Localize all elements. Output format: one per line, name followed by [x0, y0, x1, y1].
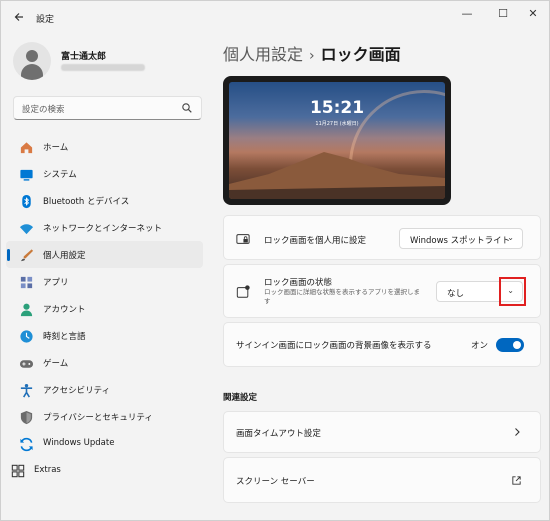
avatar[interactable] [13, 42, 51, 80]
app-title: 設定 [36, 15, 55, 25]
preview-date: 11月27日 (水曜日) [315, 121, 359, 127]
sidebar-item-apps[interactable]: アプリ [6, 268, 203, 295]
chevron-down-icon: ⌄ [507, 233, 514, 242]
status-label: ロック画面の状態 [264, 278, 333, 288]
sidebar-item-label: Bluetooth とデバイス [43, 197, 130, 207]
bluetooth-icon [18, 193, 34, 209]
preview-time: 15:21 [309, 98, 365, 118]
sidebar-item-system[interactable]: システム [6, 160, 203, 187]
windows-update-icon [18, 436, 34, 452]
status-value: なし [447, 289, 465, 299]
mountain-scene [229, 152, 445, 199]
breadcrumb-parent[interactable]: 個人用設定 [223, 45, 303, 64]
sidebar-item-windows-update[interactable]: Windows Update [6, 430, 203, 457]
status-icon [236, 285, 250, 298]
sidebar-item-personalization[interactable]: 個人用設定 [6, 241, 203, 268]
accessibility-icon [18, 382, 34, 398]
sidebar-item-label: 個人用設定 [43, 251, 86, 261]
screen-timeout-link[interactable]: 画面タイムアウト設定 [223, 411, 541, 453]
extras-icon [10, 463, 26, 479]
screen-saver-label: スクリーン セーバー [236, 477, 315, 487]
time-language-icon [18, 328, 34, 344]
sidebar-item-label: システム [43, 170, 77, 180]
sidebar-item-network[interactable]: ネットワークとインターネット [6, 214, 203, 241]
personalize-label: ロック画面を個人用に設定 [264, 236, 367, 246]
search-icon [182, 103, 192, 113]
title-bar: 設定 — ☐ ✕ [1, 1, 549, 33]
apps-icon [18, 274, 34, 290]
personalize-lock-screen-card: ロック画面を個人用に設定 Windows スポットライト ⌄ [223, 215, 541, 260]
sidebar-item-label: 時刻と言語 [43, 332, 86, 342]
toggle-state-label: オン [471, 341, 489, 351]
sidebar-item-label: アプリ [43, 278, 69, 288]
sidebar-item-privacy[interactable]: プライバシーとセキュリティ [6, 403, 203, 430]
personalize-value: Windows スポットライト [410, 236, 511, 246]
lock-screen-icon [236, 234, 250, 244]
breadcrumb-separator: › [309, 48, 315, 64]
sidebar-item-extras[interactable]: Extras [6, 457, 203, 484]
sidebar-item-label: ホーム [43, 143, 69, 153]
avatar-body [21, 64, 43, 80]
shield-icon [18, 409, 34, 425]
sidebar-item-accounts[interactable]: アカウント [6, 295, 203, 322]
account-icon [18, 301, 34, 317]
related-settings-title: 関連設定 [223, 393, 258, 403]
avatar-head [26, 50, 38, 62]
sidebar-item-time-language[interactable]: 時刻と言語 [6, 322, 203, 349]
close-button[interactable]: ✕ [515, 1, 550, 25]
signin-background-card: サインイン画面にロック画面の背景画像を表示する オン [223, 322, 541, 367]
lock-screen-status-card: ロック画面の状態 ロック画面に詳細な状態を表示するアプリを選択します なし ⌄ [223, 264, 541, 318]
toggle-knob [513, 341, 521, 349]
user-name: 富士通太郎 [61, 52, 107, 62]
page-title: ロック画面 [320, 45, 401, 64]
sidebar-item-label: アカウント [43, 305, 86, 315]
sidebar-item-label: ネットワークとインターネット [43, 224, 163, 234]
user-email-blurred [61, 64, 145, 71]
network-icon [18, 220, 34, 236]
preview-image: 15:21 11月27日 (水曜日) [229, 82, 445, 199]
signin-background-toggle[interactable] [496, 338, 524, 352]
home-icon [18, 139, 34, 155]
signin-label: サインイン画面にロック画面の背景画像を表示する [236, 341, 432, 351]
active-indicator [7, 249, 10, 261]
sidebar-item-home[interactable]: ホーム [6, 133, 203, 160]
highlight-box [499, 277, 526, 306]
search-input[interactable]: 設定の検索 [13, 96, 202, 120]
gaming-icon [18, 355, 34, 371]
sidebar-item-label: プライバシーとセキュリティ [43, 413, 153, 423]
sidebar-item-label: Extras [34, 465, 61, 475]
sidebar-item-gaming[interactable]: ゲーム [6, 349, 203, 376]
settings-window: 設定 — ☐ ✕ 富士通太郎 設定の検索 ホーム システム Bluetooth … [0, 0, 550, 521]
breadcrumb: 個人用設定 › ロック画面 [223, 41, 401, 65]
sidebar-item-bluetooth[interactable]: Bluetooth とデバイス [6, 187, 203, 214]
search-placeholder: 設定の検索 [22, 105, 65, 115]
personalization-icon [18, 247, 34, 263]
sidebar-nav: ホーム システム Bluetooth とデバイス ネットワークとインターネット [6, 133, 204, 484]
sidebar-item-label: ゲーム [43, 359, 69, 369]
minimize-button[interactable]: — [449, 1, 485, 25]
sidebar-item-label: アクセシビリティ [43, 386, 111, 396]
status-description: ロック画面に詳細な状態を表示するアプリを選択します [264, 288, 420, 305]
sidebar-item-label: Windows Update [43, 438, 115, 448]
external-link-icon [512, 476, 521, 485]
chevron-right-icon [515, 428, 520, 436]
lock-screen-preview: 15:21 11月27日 (水曜日) [223, 76, 451, 205]
system-icon [18, 166, 34, 182]
screen-timeout-label: 画面タイムアウト設定 [236, 429, 321, 439]
screen-saver-link[interactable]: スクリーン セーバー [223, 457, 541, 503]
personalize-dropdown[interactable]: Windows スポットライト ⌄ [399, 228, 523, 249]
sidebar-item-accessibility[interactable]: アクセシビリティ [6, 376, 203, 403]
back-arrow-icon[interactable] [9, 7, 29, 27]
